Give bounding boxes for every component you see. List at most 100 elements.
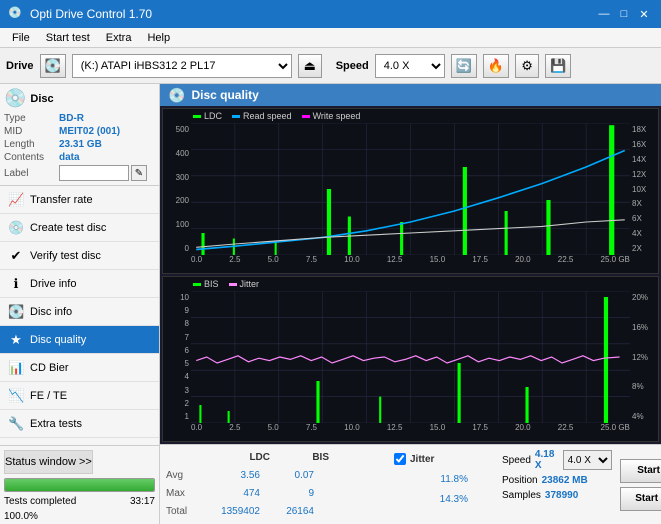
stats-data-section: LDC BIS Avg 3.56 0.07 Max 474 9 Total bbox=[166, 449, 386, 520]
disc-panel: 💿 Disc Type BD-R MID MEIT02 (001) Length… bbox=[0, 84, 159, 186]
jitter-col-header: Jitter bbox=[410, 454, 434, 465]
disc-info-label: Disc info bbox=[30, 306, 72, 318]
progress-bar-bg bbox=[4, 478, 155, 492]
read-speed-legend-label: Read speed bbox=[243, 111, 292, 121]
write-speed-legend-label: Write speed bbox=[313, 111, 361, 121]
progress-container bbox=[4, 478, 155, 492]
y1-label-400: 400 bbox=[163, 149, 191, 158]
mid-value: MEIT02 (001) bbox=[59, 126, 120, 137]
maximize-button[interactable]: □ bbox=[615, 5, 633, 23]
x2-200: 20.0 bbox=[515, 423, 531, 432]
samples-label: Samples bbox=[502, 490, 541, 501]
extra-tests-icon: 🔧 bbox=[8, 416, 24, 432]
menu-extra[interactable]: Extra bbox=[98, 30, 140, 46]
stats-max-ldc: 474 bbox=[200, 488, 260, 499]
verify-test-disc-label: Verify test disc bbox=[30, 250, 101, 262]
menu-file[interactable]: File bbox=[4, 30, 38, 46]
x2-25: 2.5 bbox=[229, 423, 240, 432]
close-button[interactable]: ✕ bbox=[635, 5, 653, 23]
y1r-16x: 16X bbox=[630, 140, 658, 149]
y1-label-0: 0 bbox=[163, 244, 191, 253]
speed-field-value: 4.18 X bbox=[535, 449, 559, 471]
stats-max-row: Max 474 9 bbox=[166, 485, 386, 503]
y2-8: 8 bbox=[163, 319, 191, 328]
disc-quality-title: Disc quality bbox=[191, 88, 258, 102]
refresh-button[interactable]: 🔄 bbox=[451, 54, 477, 78]
status-window-button[interactable]: Status window >> bbox=[4, 450, 93, 474]
x1-75: 7.5 bbox=[306, 255, 317, 264]
contents-value: data bbox=[59, 152, 80, 163]
position-row: Position 23862 MB bbox=[502, 475, 612, 486]
stats-max-label: Max bbox=[166, 488, 196, 499]
menu-start-test[interactable]: Start test bbox=[38, 30, 98, 46]
y2r-12: 12% bbox=[630, 353, 658, 362]
y2-6: 6 bbox=[163, 346, 191, 355]
stats-avg-label: Avg bbox=[166, 470, 196, 481]
chart1-container: LDC Read speed Write speed bbox=[162, 108, 659, 274]
sidebar-item-fe-te[interactable]: 📉 FE / TE bbox=[0, 382, 159, 410]
y2r-16: 16% bbox=[630, 323, 658, 332]
sidebar-item-verify-test-disc[interactable]: ✔ Verify test disc bbox=[0, 242, 159, 270]
sidebar-item-extra-tests[interactable]: 🔧 Extra tests bbox=[0, 410, 159, 438]
content-area: 💿 Disc quality LDC Read speed bbox=[160, 84, 661, 524]
speed-label: Speed bbox=[336, 60, 369, 72]
eject-button[interactable]: ⏏ bbox=[298, 54, 322, 78]
y2-10: 10 bbox=[163, 293, 191, 302]
progress-bar-fill bbox=[5, 479, 154, 491]
write-speed-legend-dot bbox=[302, 115, 310, 118]
y1-label-500: 500 bbox=[163, 125, 191, 134]
fe-te-label: FE / TE bbox=[30, 390, 67, 402]
save-button[interactable]: 💾 bbox=[545, 54, 571, 78]
x1-175: 17.5 bbox=[472, 255, 488, 264]
x2-150: 15.0 bbox=[430, 423, 446, 432]
chart2-y-left: 10 9 8 7 6 5 4 3 2 1 bbox=[163, 291, 191, 423]
sidebar-item-create-test-disc[interactable]: 💿 Create test disc bbox=[0, 214, 159, 242]
legend-read-speed: Read speed bbox=[232, 111, 292, 121]
start-part-button[interactable]: Start part bbox=[620, 487, 661, 511]
disc-quality-icon: ★ bbox=[8, 332, 24, 348]
x1-150: 15.0 bbox=[430, 255, 446, 264]
position-label: Position bbox=[502, 475, 538, 486]
speed-select[interactable]: 4.0 X bbox=[375, 54, 445, 78]
sidebar-item-cd-bier[interactable]: 📊 CD Bier bbox=[0, 354, 159, 382]
drive-icon-btn[interactable]: 💽 bbox=[40, 54, 66, 78]
jitter-header-row: Jitter bbox=[394, 449, 494, 469]
sidebar-item-transfer-rate[interactable]: 📈 Transfer rate bbox=[0, 186, 159, 214]
speed-dropdown[interactable]: 4.0 X bbox=[563, 450, 612, 470]
start-full-button[interactable]: Start full bbox=[620, 459, 661, 483]
menu-help[interactable]: Help bbox=[139, 30, 178, 46]
stats-panel: LDC BIS Avg 3.56 0.07 Max 474 9 Total bbox=[160, 444, 661, 524]
label-edit-button[interactable]: ✎ bbox=[131, 165, 147, 181]
sidebar-item-drive-info[interactable]: ℹ Drive info bbox=[0, 270, 159, 298]
sidebar-item-disc-info[interactable]: 💽 Disc info bbox=[0, 298, 159, 326]
x1-225: 22.5 bbox=[558, 255, 574, 264]
stats-total-row: Total 1359402 26164 bbox=[166, 502, 386, 520]
settings-button[interactable]: ⚙ bbox=[515, 54, 539, 78]
jitter-data-section: Jitter 11.8% 14.3% bbox=[394, 449, 494, 520]
disc-quality-header: 💿 Disc quality bbox=[160, 84, 661, 106]
stats-avg-bis: 0.07 bbox=[264, 470, 314, 481]
minimize-button[interactable]: — bbox=[595, 5, 613, 23]
x2-250: 25.0 GB bbox=[601, 423, 630, 432]
length-value: 23.31 GB bbox=[59, 139, 102, 150]
y2-9: 9 bbox=[163, 306, 191, 315]
create-test-disc-label: Create test disc bbox=[30, 222, 106, 234]
stats-col-bis: BIS bbox=[274, 452, 329, 463]
sidebar-item-disc-quality[interactable]: ★ Disc quality bbox=[0, 326, 159, 354]
y1r-6x: 6X bbox=[630, 214, 658, 223]
y2-3: 3 bbox=[163, 386, 191, 395]
jitter-avg-val: 11.8% bbox=[418, 474, 468, 485]
nav-items: 📈 Transfer rate 💿 Create test disc ✔ Ver… bbox=[0, 186, 159, 445]
stats-total-bis: 26164 bbox=[264, 506, 314, 517]
x1-50: 5.0 bbox=[268, 255, 279, 264]
legend-jitter: Jitter bbox=[229, 279, 260, 289]
y2-1: 1 bbox=[163, 412, 191, 421]
y1r-12x: 12X bbox=[630, 170, 658, 179]
label-input[interactable] bbox=[59, 165, 129, 181]
label-field-label: Label bbox=[4, 168, 59, 179]
transfer-rate-icon: 📈 bbox=[8, 192, 24, 208]
jitter-checkbox[interactable] bbox=[394, 453, 406, 465]
burn-button[interactable]: 🔥 bbox=[483, 54, 509, 78]
x1-125: 12.5 bbox=[387, 255, 403, 264]
drive-select[interactable]: (K:) ATAPI iHBS312 2 PL17 bbox=[72, 54, 292, 78]
